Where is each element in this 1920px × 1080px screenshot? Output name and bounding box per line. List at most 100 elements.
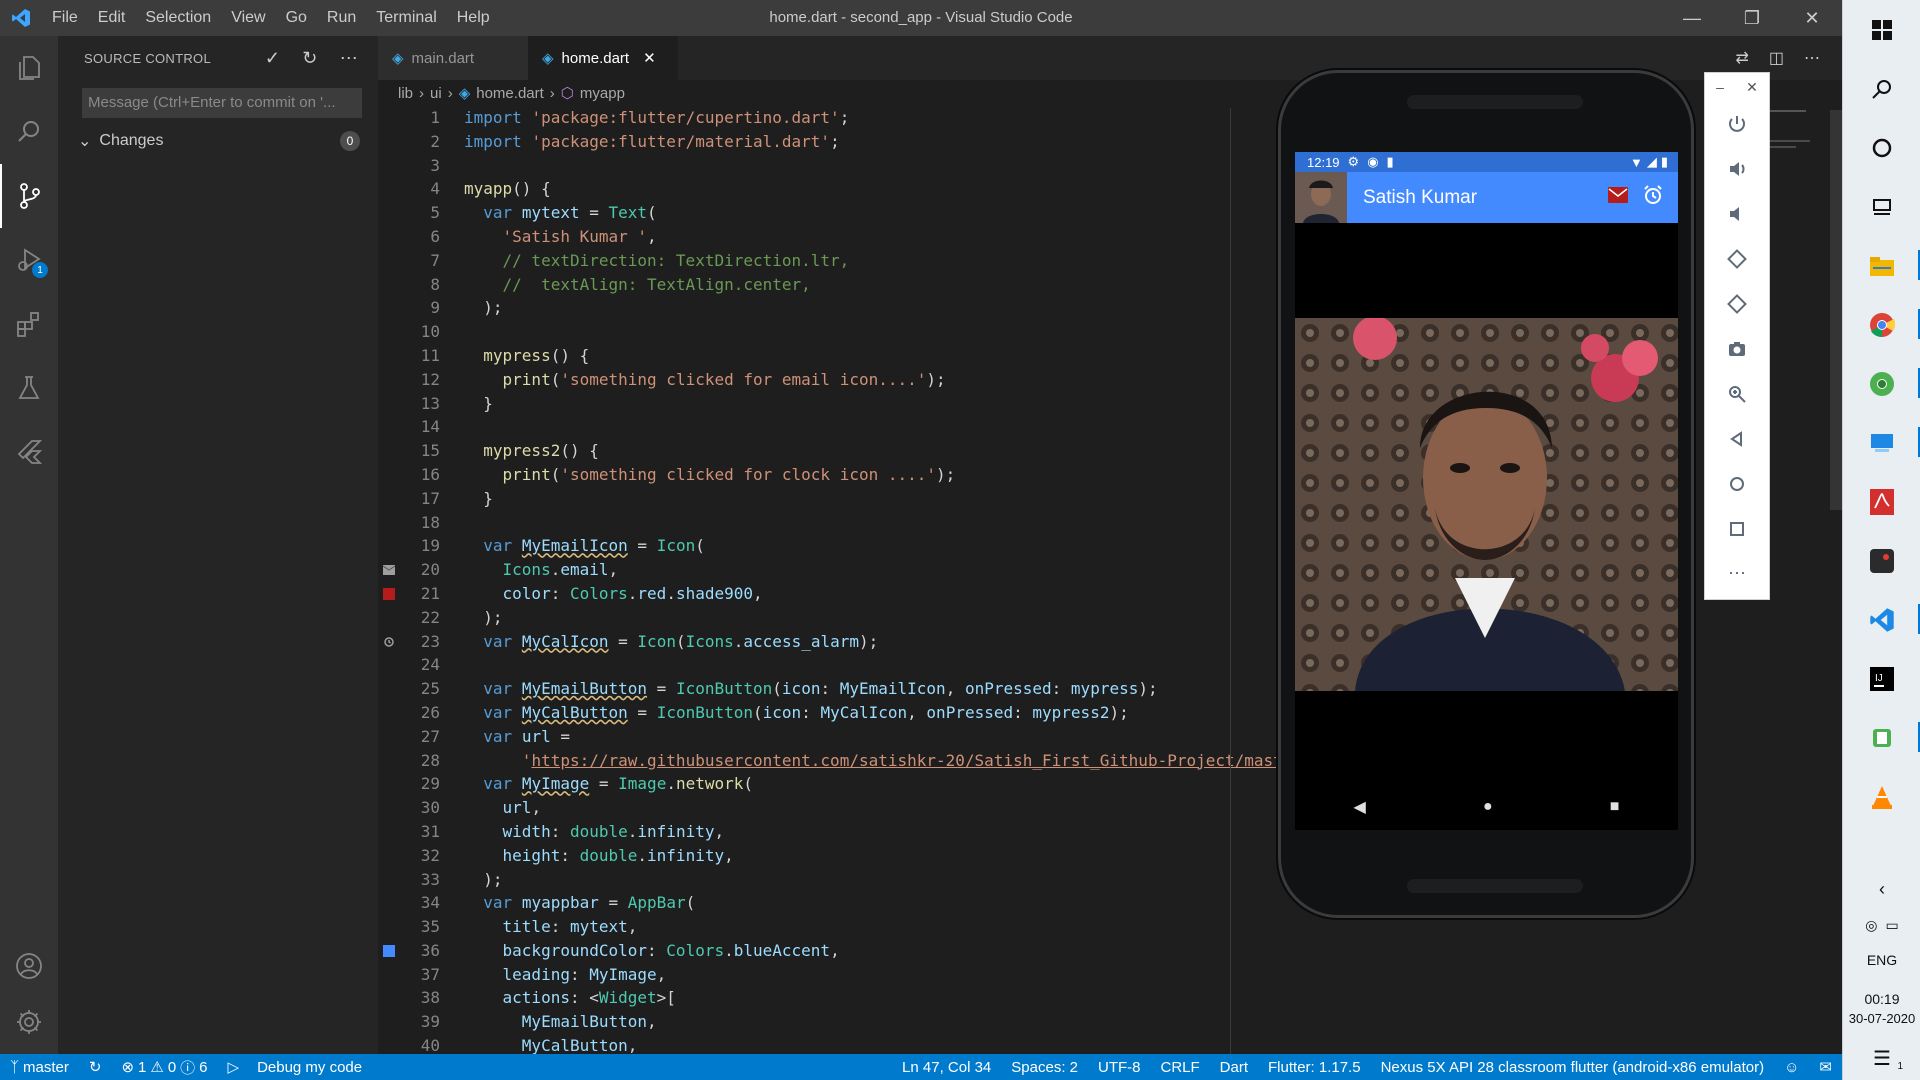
code-line[interactable]: 15 mypress2() { xyxy=(378,439,1282,463)
changes-group[interactable]: ⌄ Changes 0 xyxy=(58,128,378,154)
breadcrumb-symbol[interactable]: myapp xyxy=(580,85,625,102)
accounts-icon[interactable] xyxy=(0,934,58,998)
minimize-button[interactable]: — xyxy=(1662,0,1722,36)
code-line[interactable]: 26 var MyCalButton = IconButton(icon: My… xyxy=(378,701,1282,725)
code-line[interactable]: 9 ); xyxy=(378,296,1282,320)
rotate-left-icon[interactable] xyxy=(1705,236,1769,281)
panel-close-icon[interactable]: ✕ xyxy=(1746,79,1758,96)
debug-indicator[interactable]: ▷ Debug my code xyxy=(218,1058,373,1077)
menu-edit[interactable]: Edit xyxy=(88,0,136,36)
panel-minimize-icon[interactable]: – xyxy=(1716,79,1724,95)
code-line[interactable]: 8 // textAlign: TextAlign.center, xyxy=(378,273,1282,297)
device-icon[interactable] xyxy=(1843,413,1920,472)
code-line[interactable]: 1 import 'package:flutter/cupertino.dart'… xyxy=(378,106,1282,130)
rotate-right-icon[interactable] xyxy=(1705,281,1769,326)
menu-run[interactable]: Run xyxy=(317,0,366,36)
code-line[interactable]: 12 print('something clicked for email ic… xyxy=(378,368,1282,392)
problems-indicator[interactable]: ⊗ 1 ⚠ 0 ⓘ 6 xyxy=(111,1057,217,1078)
more-actions-icon[interactable]: ⋯ xyxy=(340,48,358,69)
code-line[interactable]: 31 width: double.infinity, xyxy=(378,820,1282,844)
commit-check-icon[interactable]: ✓ xyxy=(265,48,280,69)
more-icon[interactable]: ⋯ xyxy=(1705,551,1769,596)
line-ending[interactable]: CRLF xyxy=(1151,1059,1210,1076)
editor-scrollbar[interactable] xyxy=(1830,110,1842,510)
code-line[interactable]: 19 var MyEmailIcon = Icon( xyxy=(378,534,1282,558)
menu-help[interactable]: Help xyxy=(447,0,500,36)
volume-up-icon[interactable] xyxy=(1705,146,1769,191)
branch-indicator[interactable]: ᛉ master xyxy=(0,1059,79,1076)
code-line[interactable]: 4 myapp() { xyxy=(378,177,1282,201)
overview-icon[interactable] xyxy=(1705,506,1769,551)
tab-main-dart[interactable]: ◈ main.dart xyxy=(378,36,528,80)
clock[interactable]: 00:19 30-07-2020 xyxy=(1843,977,1920,1036)
commit-message-input[interactable]: Message (Ctrl+Enter to commit on '... xyxy=(82,88,362,118)
tab-home-dart[interactable]: ◈ home.dart ✕ xyxy=(528,36,678,80)
editor-more-icon[interactable]: ⋯ xyxy=(1804,48,1820,68)
run-debug-icon[interactable]: 1 xyxy=(0,228,58,292)
flutter-version[interactable]: Flutter: 1.17.5 xyxy=(1258,1059,1371,1076)
windows-start-icon[interactable] xyxy=(1843,0,1920,59)
close-window-button[interactable]: ✕ xyxy=(1782,0,1842,36)
code-line[interactable]: 29 var MyImage = Image.network( xyxy=(378,772,1282,796)
code-line[interactable]: 30 url, xyxy=(378,796,1282,820)
back-icon[interactable] xyxy=(1705,416,1769,461)
open-changes-icon[interactable]: ⇄ xyxy=(1735,48,1748,68)
code-line[interactable]: 11 mypress() { xyxy=(378,344,1282,368)
code-line[interactable]: 40 MyCalButton, xyxy=(378,1034,1282,1054)
emulator-screen[interactable]: 12:19 ⚙ ◉ ▮ ▼ ◢ ▮ Satish Kumar ◀ ● ■ xyxy=(1295,152,1678,830)
menu-selection[interactable]: Selection xyxy=(135,0,221,36)
code-line[interactable]: 14 xyxy=(378,415,1282,439)
indentation[interactable]: Spaces: 2 xyxy=(1001,1059,1088,1076)
home-icon[interactable] xyxy=(1705,461,1769,506)
action-center-icon[interactable]: ☰ 1 xyxy=(1843,1036,1920,1080)
breadcrumb-lib[interactable]: lib xyxy=(398,85,413,102)
refresh-icon[interactable]: ↻ xyxy=(302,48,317,69)
vlc-icon[interactable] xyxy=(1843,767,1920,826)
code-line[interactable]: 10 xyxy=(378,320,1282,344)
wifi-icon[interactable]: ◎ xyxy=(1865,917,1877,934)
email-icon-button[interactable] xyxy=(1608,187,1628,208)
settings-gear-icon[interactable] xyxy=(0,990,58,1054)
power-icon[interactable] xyxy=(1705,101,1769,146)
battery-icon[interactable]: ▭ xyxy=(1885,917,1898,934)
intellij-icon[interactable]: IJ xyxy=(1843,649,1920,708)
code-line[interactable]: 23 var MyCalIcon = Icon(Icons.access_ala… xyxy=(378,630,1282,654)
android-emulator-icon[interactable] xyxy=(1843,708,1920,767)
minimap[interactable] xyxy=(1766,110,1828,170)
sync-icon[interactable]: ↻ xyxy=(79,1058,112,1076)
cortana-icon[interactable] xyxy=(1843,118,1920,177)
code-line[interactable]: 24 xyxy=(378,653,1282,677)
code-line[interactable]: 21 color: Colors.red.shade900, xyxy=(378,582,1282,606)
code-line[interactable]: 17 } xyxy=(378,487,1282,511)
explorer-icon[interactable] xyxy=(0,36,58,100)
device-selector[interactable]: Nexus 5X API 28 classroom flutter (andro… xyxy=(1371,1059,1775,1076)
search-icon[interactable] xyxy=(1843,59,1920,118)
code-editor[interactable]: 1 import 'package:flutter/cupertino.dart'… xyxy=(378,106,1282,1054)
code-line[interactable]: 7 // textDirection: TextDirection.ltr, xyxy=(378,249,1282,273)
vscode-icon[interactable] xyxy=(1843,590,1920,649)
code-line[interactable]: 39 MyEmailButton, xyxy=(378,1010,1282,1034)
cursor-position[interactable]: Ln 47, Col 34 xyxy=(892,1059,1001,1076)
code-line[interactable]: 6 'Satish Kumar ', xyxy=(378,225,1282,249)
split-editor-icon[interactable]: ◫ xyxy=(1769,48,1784,68)
alarm-icon-button[interactable] xyxy=(1642,184,1664,211)
code-line[interactable]: 22 ); xyxy=(378,606,1282,630)
code-line[interactable]: 33 ); xyxy=(378,868,1282,892)
code-line[interactable]: 20 Icons.email, xyxy=(378,558,1282,582)
language-indicator[interactable]: ENG xyxy=(1843,943,1920,977)
breadcrumb-ui[interactable]: ui xyxy=(430,85,442,102)
menu-go[interactable]: Go xyxy=(276,0,317,36)
code-line[interactable]: 34 var myappbar = AppBar( xyxy=(378,891,1282,915)
overview-nav-icon[interactable]: ■ xyxy=(1610,798,1620,816)
code-line[interactable]: 28 'https://raw.githubusercontent.com/sa… xyxy=(378,749,1282,773)
code-line[interactable]: 38 actions: <Widget>[ xyxy=(378,986,1282,1010)
close-tab-icon[interactable]: ✕ xyxy=(643,49,656,67)
notifications-bell-icon[interactable]: ✉ xyxy=(1809,1058,1842,1076)
chrome-canary-icon[interactable] xyxy=(1843,354,1920,413)
testing-icon[interactable] xyxy=(0,356,58,420)
code-line[interactable]: 36 backgroundColor: Colors.blueAccent, xyxy=(378,939,1282,963)
code-line[interactable]: 16 print('something clicked for clock ic… xyxy=(378,463,1282,487)
code-line[interactable]: 37 leading: MyImage, xyxy=(378,963,1282,987)
code-line[interactable]: 2 import 'package:flutter/material.dart'; xyxy=(378,130,1282,154)
code-line[interactable]: 13 } xyxy=(378,392,1282,416)
